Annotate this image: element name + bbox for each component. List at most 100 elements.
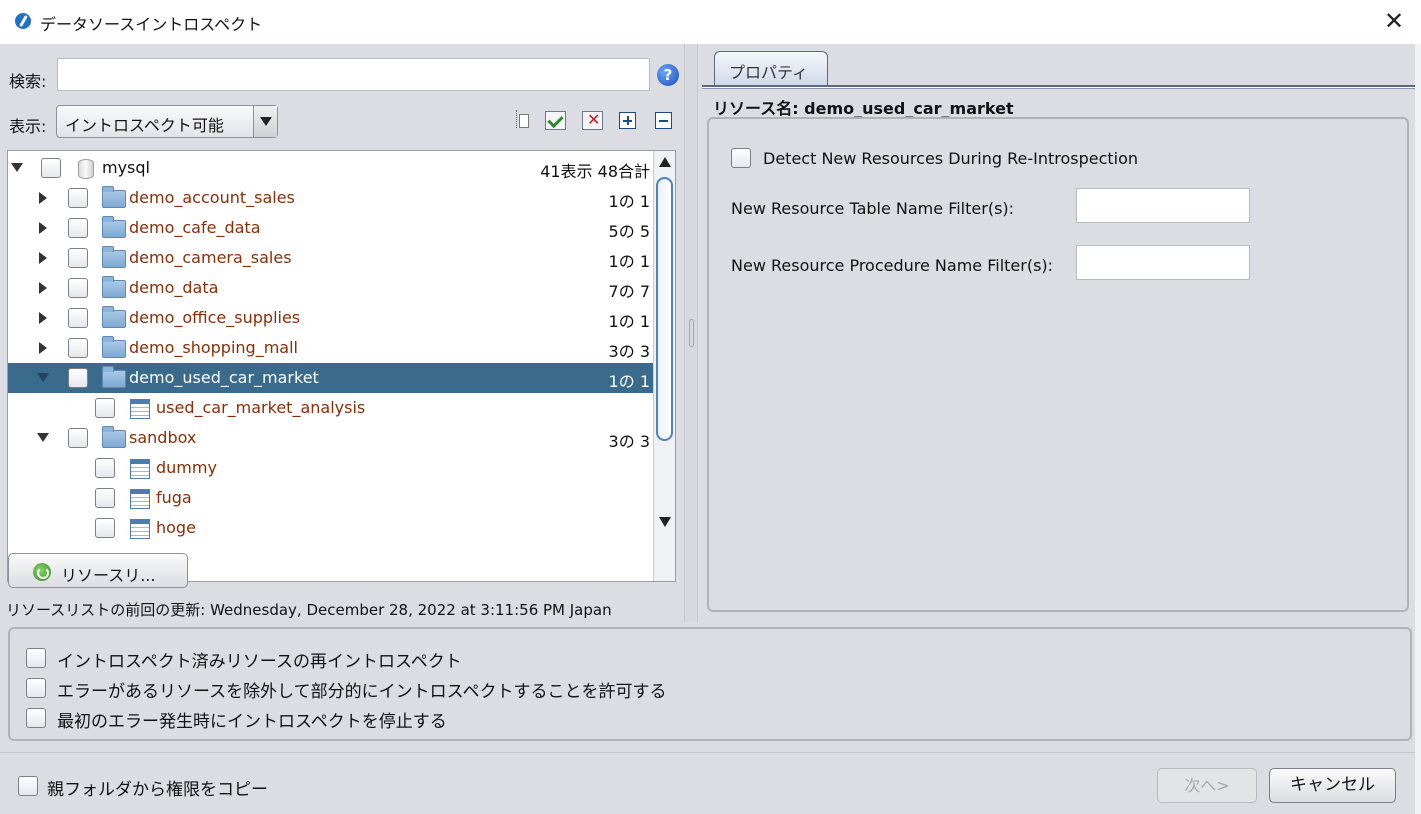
collapse-all-icon[interactable] bbox=[655, 112, 672, 129]
expand-toggle-icon[interactable] bbox=[37, 373, 49, 382]
tree-row-selected[interactable]: demo_used_car_market 1の 1 bbox=[8, 363, 653, 393]
title-bar: データソースイントロスペクト ✕ bbox=[0, 0, 1421, 44]
next-button[interactable]: 次へ> bbox=[1157, 768, 1257, 803]
tree-rows: mysql 41表示 48合計 demo_account_sales 1の 1 … bbox=[8, 151, 653, 581]
folder-icon bbox=[102, 276, 126, 298]
view-select-value: イントロスペクト可能 bbox=[65, 116, 224, 135]
allow-partial-checkbox[interactable] bbox=[26, 678, 46, 698]
detect-new-resources-checkbox[interactable] bbox=[731, 148, 751, 168]
tree-row-label: demo_cafe_data bbox=[129, 218, 261, 237]
pane-splitter[interactable] bbox=[684, 44, 698, 622]
tree-row[interactable]: demo_camera_sales 1の 1 bbox=[8, 243, 653, 273]
tree-row-label: demo_camera_sales bbox=[129, 248, 292, 267]
folder-icon bbox=[102, 186, 126, 208]
folder-icon bbox=[102, 426, 126, 448]
tree-checkbox[interactable] bbox=[95, 458, 115, 478]
tree-row[interactable]: sandbox 3の 3 bbox=[8, 423, 653, 453]
tree-checkbox[interactable] bbox=[68, 278, 88, 298]
procedure-filter-input[interactable] bbox=[1076, 245, 1250, 280]
folder-icon bbox=[102, 216, 126, 238]
cancel-button[interactable]: キャンセル bbox=[1269, 768, 1396, 803]
tree-structure-icon[interactable] bbox=[508, 108, 530, 130]
expand-toggle-icon[interactable] bbox=[39, 192, 47, 204]
window-title: データソースイントロスペクト bbox=[40, 15, 263, 34]
expand-all-icon[interactable] bbox=[619, 112, 636, 129]
refresh-resource-list-button[interactable]: リソースリ... bbox=[8, 553, 188, 588]
expand-toggle-icon[interactable] bbox=[39, 312, 47, 324]
view-select[interactable]: イントロスペクト可能 bbox=[56, 105, 278, 138]
tree-row-label: sandbox bbox=[129, 428, 197, 447]
expand-toggle-icon[interactable] bbox=[39, 282, 47, 294]
close-button[interactable]: ✕ bbox=[1381, 9, 1407, 35]
tree-row-label: demo_used_car_market bbox=[129, 368, 319, 387]
tree-row-label: demo_shopping_mall bbox=[129, 338, 298, 357]
check-all-icon[interactable] bbox=[544, 108, 566, 130]
chevron-down-icon[interactable] bbox=[253, 106, 277, 137]
view-label: 表示: bbox=[9, 117, 47, 136]
tree-scrollbar[interactable] bbox=[653, 151, 675, 581]
copy-permissions-label: 親フォルダから権限をコピー bbox=[47, 780, 268, 800]
search-input[interactable] bbox=[57, 58, 650, 91]
table-icon bbox=[130, 489, 150, 509]
allow-partial-label: エラーがあるリソースを除外して部分的にイントロスペクトすることを許可する bbox=[57, 682, 667, 702]
expand-toggle-icon[interactable] bbox=[39, 342, 47, 354]
tree-row[interactable]: demo_cafe_data 5の 5 bbox=[8, 213, 653, 243]
tab-properties[interactable]: プロパティ bbox=[714, 51, 828, 87]
tab-label: プロパティ bbox=[729, 63, 809, 82]
expand-toggle-icon[interactable] bbox=[11, 163, 23, 172]
refresh-icon bbox=[33, 563, 51, 581]
folder-icon bbox=[102, 246, 126, 268]
scrollbar-thumb[interactable] bbox=[656, 177, 673, 441]
tree-row[interactable]: demo_data 7の 7 bbox=[8, 273, 653, 303]
stop-on-error-checkbox[interactable] bbox=[26, 708, 46, 728]
scroll-up-icon[interactable] bbox=[659, 157, 671, 167]
uncheck-all-icon[interactable]: ✕ bbox=[581, 108, 603, 130]
copy-permissions-checkbox[interactable] bbox=[18, 776, 38, 796]
tree-checkbox[interactable] bbox=[68, 218, 88, 238]
expand-toggle-icon[interactable] bbox=[37, 433, 49, 442]
folder-icon bbox=[102, 366, 126, 388]
table-filter-input[interactable] bbox=[1076, 188, 1250, 223]
folder-icon bbox=[102, 336, 126, 358]
scroll-down-icon[interactable] bbox=[659, 517, 671, 527]
tree-row[interactable]: dummy bbox=[8, 453, 653, 483]
window-edge bbox=[1415, 44, 1421, 814]
table-icon bbox=[130, 459, 150, 479]
tree-checkbox[interactable] bbox=[95, 398, 115, 418]
tree-row[interactable]: used_car_market_analysis bbox=[8, 393, 653, 423]
tree-checkbox[interactable] bbox=[68, 308, 88, 328]
app-logo-icon bbox=[15, 13, 31, 29]
expand-toggle-icon[interactable] bbox=[39, 252, 47, 264]
right-pane: プロパティ リソース名: demo_used_car_market Detect… bbox=[698, 44, 1421, 622]
expand-toggle-icon[interactable] bbox=[39, 222, 47, 234]
tree-row-count: 3の 3 bbox=[608, 432, 650, 451]
tree-row[interactable]: demo_account_sales 1の 1 bbox=[8, 183, 653, 213]
tree-row-count: 1の 1 bbox=[608, 312, 650, 331]
reintrospect-checkbox[interactable] bbox=[26, 648, 46, 668]
tree-checkbox[interactable] bbox=[95, 488, 115, 508]
tree-row[interactable]: fuga bbox=[8, 483, 653, 513]
tree-row[interactable]: demo_office_supplies 1の 1 bbox=[8, 303, 653, 333]
tree-checkbox[interactable] bbox=[68, 338, 88, 358]
help-icon[interactable]: ? bbox=[657, 64, 679, 86]
tree-row[interactable]: demo_shopping_mall 3の 3 bbox=[8, 333, 653, 363]
tree-checkbox[interactable] bbox=[68, 248, 88, 268]
table-icon bbox=[130, 399, 150, 419]
splitter-grip-icon[interactable] bbox=[689, 319, 694, 347]
tree-row-label: hoge bbox=[156, 518, 196, 537]
tree-checkbox[interactable] bbox=[68, 188, 88, 208]
tree-row-root[interactable]: mysql 41表示 48合計 bbox=[8, 153, 653, 183]
tree-checkbox[interactable] bbox=[68, 368, 88, 388]
tree-checkbox[interactable] bbox=[95, 518, 115, 538]
tree-row-count: 1の 1 bbox=[608, 252, 650, 271]
tree-row-label: fuga bbox=[156, 488, 192, 507]
resource-tree[interactable]: mysql 41表示 48合計 demo_account_sales 1の 1 … bbox=[7, 150, 676, 582]
tree-row-label: demo_office_supplies bbox=[129, 308, 301, 327]
tree-checkbox[interactable] bbox=[41, 158, 61, 178]
tree-checkbox[interactable] bbox=[68, 428, 88, 448]
tree-row-label: demo_account_sales bbox=[129, 188, 295, 207]
tree-row-label: used_car_market_analysis bbox=[156, 398, 366, 417]
tree-row[interactable]: hoge bbox=[8, 513, 653, 543]
tree-row-count: 5の 5 bbox=[608, 222, 650, 241]
tree-row-count: 41表示 48合計 bbox=[540, 162, 650, 181]
